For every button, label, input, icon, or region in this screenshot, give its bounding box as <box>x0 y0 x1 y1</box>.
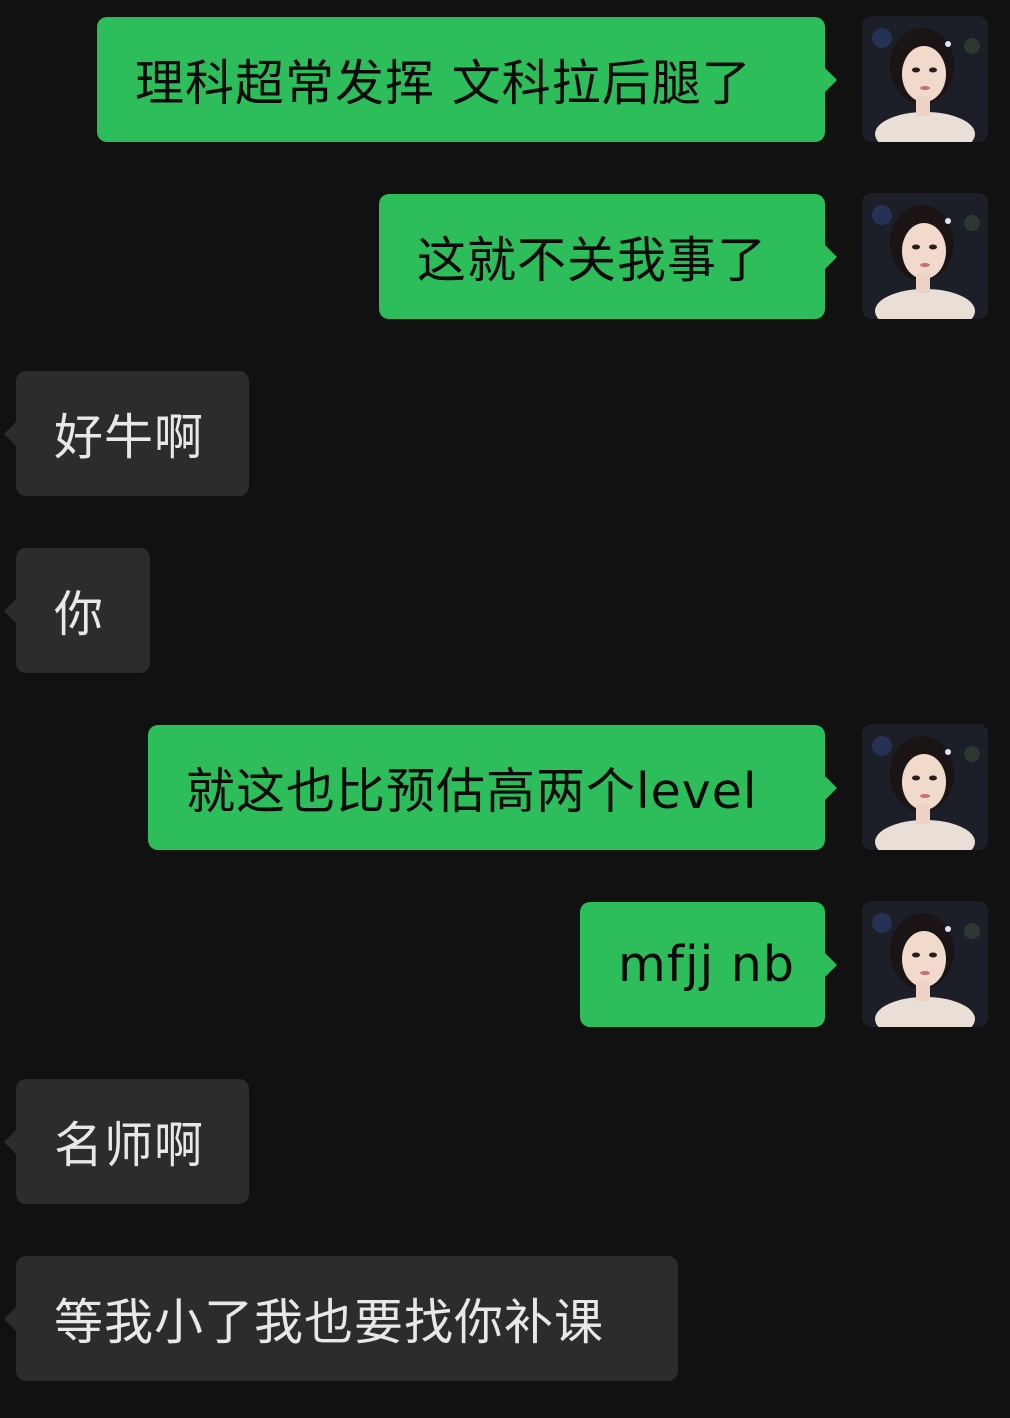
message-bubble-incoming[interactable]: 好牛啊 <box>4 371 249 496</box>
user-avatar[interactable] <box>862 16 988 142</box>
portrait-avatar-icon <box>862 16 988 142</box>
message-text: 等我小了我也要找你补课 <box>54 1294 605 1351</box>
portrait-avatar-icon <box>862 724 988 850</box>
message-bubble-incoming[interactable]: 名师啊 <box>4 1079 249 1204</box>
portrait-avatar-icon <box>862 193 988 319</box>
message-text: 名师啊 <box>54 1117 205 1174</box>
user-avatar[interactable] <box>862 193 988 319</box>
message-text: 理科超常发挥 文科拉后腿了 <box>135 55 752 112</box>
message-bubble-outgoing[interactable]: 这就不关我事了 <box>379 194 837 319</box>
message-bubble-incoming[interactable]: 你 <box>4 548 150 673</box>
message-bubble-outgoing[interactable]: mfjj nb <box>580 902 837 1027</box>
message-text: mfjj nb <box>618 936 795 993</box>
message-text: 这就不关我事了 <box>417 232 768 289</box>
message-text: 就这也比预估高两个level <box>186 763 758 820</box>
portrait-avatar-icon <box>862 901 988 1027</box>
message-bubble-outgoing[interactable]: 理科超常发挥 文科拉后腿了 <box>97 17 837 142</box>
message-bubble-incoming[interactable]: 等我小了我也要找你补课 <box>4 1256 678 1381</box>
chat-message-list[interactable]: 理科超常发挥 文科拉后腿了 这就不关我事了 好牛啊 你 就这也比预估高两个lev… <box>0 0 1010 1418</box>
user-avatar[interactable] <box>862 901 988 1027</box>
message-bubble-outgoing[interactable]: 就这也比预估高两个level <box>148 725 837 850</box>
message-text: 你 <box>54 586 105 643</box>
message-text: 好牛啊 <box>54 409 205 466</box>
user-avatar[interactable] <box>862 724 988 850</box>
